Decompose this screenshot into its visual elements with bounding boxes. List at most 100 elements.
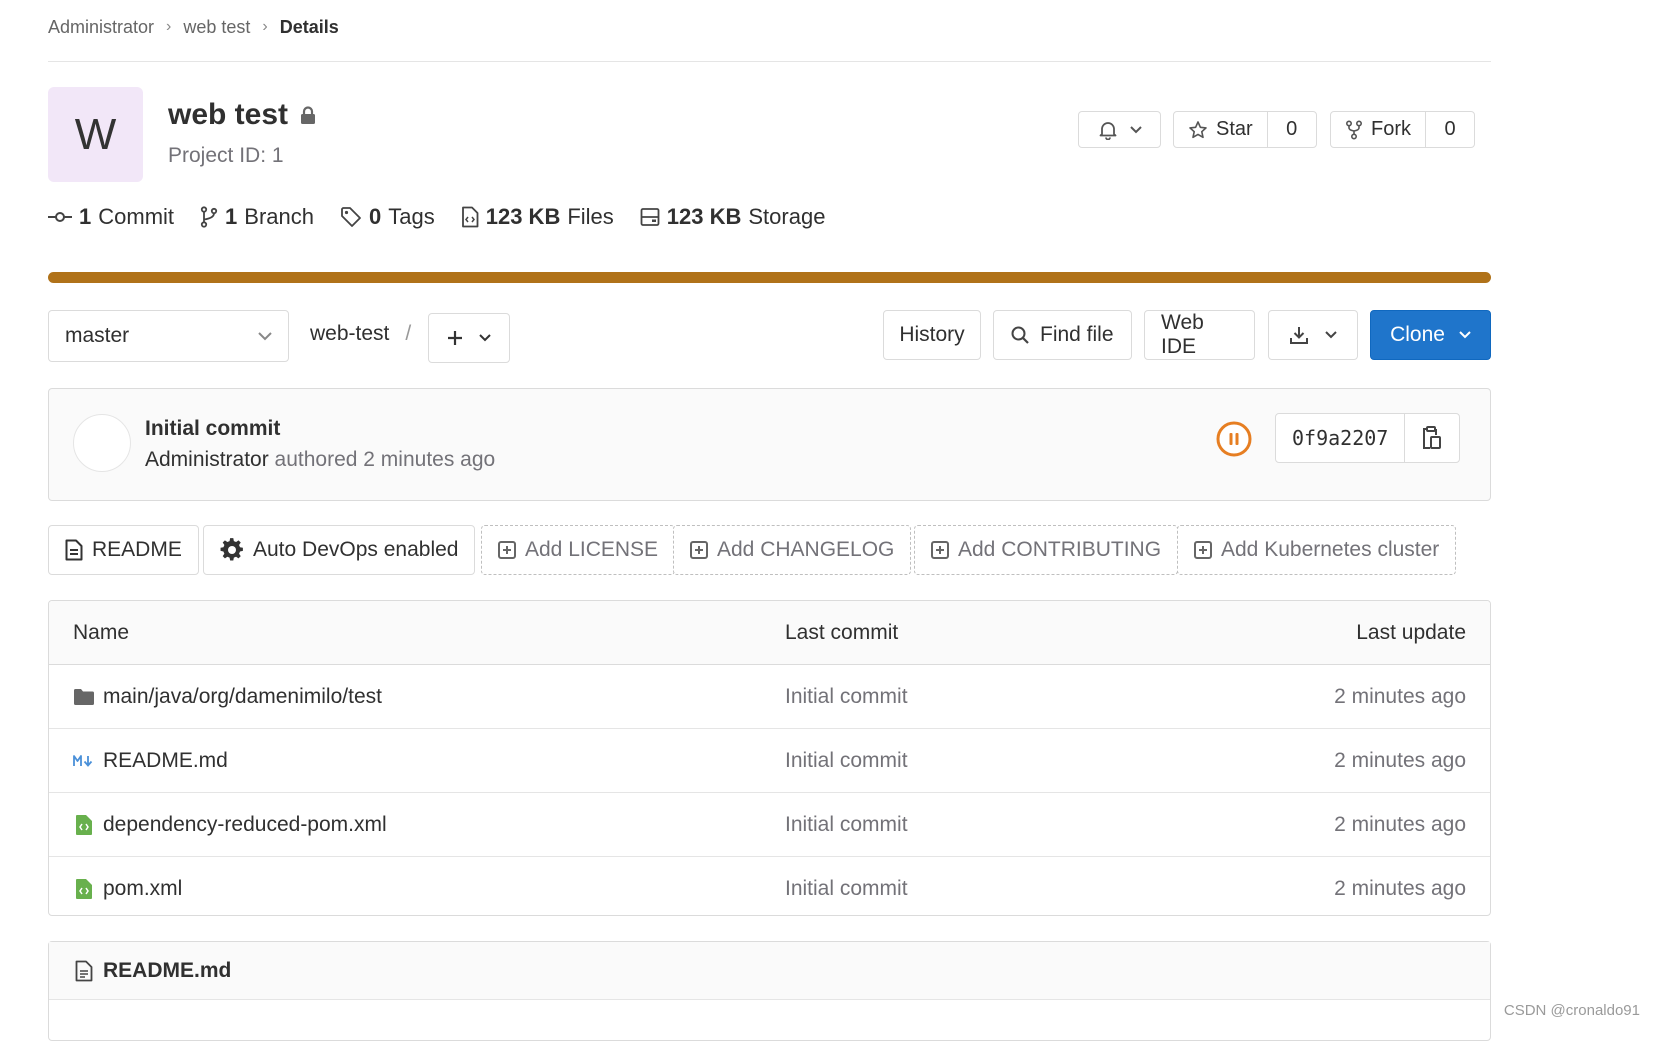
breadcrumb-item-administrator[interactable]: Administrator — [48, 17, 154, 38]
project-stats: 1 Commit 1 Branch 0 Tags 123 KB Files 123 KB… — [48, 204, 825, 230]
stat-files[interactable]: 123 KB Files — [461, 204, 614, 230]
file-name[interactable]: README.md — [103, 749, 228, 773]
breadcrumb-item-project[interactable]: web test — [183, 17, 250, 38]
file-tree-table: Name Last commit Last update main/java/o… — [48, 600, 1491, 916]
chevron-right-icon: › — [262, 18, 268, 35]
plus-icon — [447, 330, 463, 346]
project-name: web test — [168, 98, 289, 131]
branch-icon — [200, 206, 218, 228]
plus-square-icon — [1194, 541, 1212, 559]
readme-panel: README.md — [48, 941, 1491, 1041]
fork-icon — [1345, 119, 1363, 140]
fork-count[interactable]: 0 — [1426, 112, 1474, 147]
commit-sha-group: 0f9a2207 — [1275, 413, 1461, 463]
chevron-down-icon — [1325, 331, 1337, 339]
plus-square-icon — [690, 541, 708, 559]
branch-selector[interactable]: master — [48, 310, 289, 362]
repo-path-root[interactable]: web-test — [310, 322, 389, 346]
row-last-update: 2 minutes ago — [1334, 748, 1466, 772]
commit-title[interactable]: Initial commit — [145, 417, 280, 441]
web-ide-button[interactable]: Web IDE — [1144, 310, 1255, 360]
row-last-commit[interactable]: Initial commit — [785, 665, 908, 728]
copy-sha-button[interactable] — [1405, 414, 1459, 462]
clone-dropdown[interactable]: Clone — [1370, 310, 1491, 360]
stat-storage[interactable]: 123 KB Storage — [640, 204, 825, 230]
table-row[interactable]: pom.xml Initial commit 2 minutes ago — [49, 857, 1490, 915]
lock-icon — [300, 105, 316, 125]
add-to-tree-dropdown[interactable] — [428, 313, 510, 363]
add-changelog-button[interactable]: Add CHANGELOG — [673, 525, 912, 575]
column-header-last-update: Last update — [1356, 620, 1466, 644]
column-header-last-commit: Last commit — [785, 620, 899, 644]
row-last-commit[interactable]: Initial commit — [785, 729, 908, 792]
find-file-button[interactable]: Find file — [993, 310, 1132, 360]
tag-icon — [340, 206, 362, 228]
fork-button[interactable]: Fork — [1331, 112, 1426, 147]
chevron-down-icon — [1459, 331, 1471, 339]
add-license-button[interactable]: Add LICENSE — [481, 525, 676, 575]
file-name[interactable]: pom.xml — [103, 877, 182, 901]
xml-file-icon — [73, 814, 95, 835]
project-id: Project ID: 1 — [168, 144, 284, 167]
table-header: Name Last commit Last update — [49, 601, 1490, 665]
xml-file-icon — [73, 878, 95, 899]
search-icon — [1010, 325, 1030, 345]
commit-meta: Administrator authored 2 minutes ago — [145, 448, 495, 472]
stat-tags[interactable]: 0 Tags — [340, 204, 435, 230]
file-name[interactable]: main/java/org/damenimilo/test — [103, 685, 382, 709]
readme-button[interactable]: README — [48, 525, 199, 575]
clipboard-icon — [1422, 426, 1442, 450]
notification-dropdown[interactable] — [1078, 111, 1161, 148]
commit-author-avatar[interactable] — [73, 414, 131, 472]
file-name[interactable]: dependency-reduced-pom.xml — [103, 813, 387, 837]
table-row[interactable]: main/java/org/damenimilo/test Initial co… — [49, 665, 1490, 729]
add-kubernetes-cluster-button[interactable]: Add Kubernetes cluster — [1177, 525, 1457, 575]
branch-selector-value: master — [65, 324, 130, 347]
fork-button-group: Fork 0 — [1330, 111, 1475, 148]
stat-commits[interactable]: 1 Commit — [48, 204, 174, 230]
readme-title[interactable]: README.md — [103, 959, 231, 983]
row-last-commit[interactable]: Initial commit — [785, 857, 908, 915]
star-label: Star — [1216, 118, 1253, 140]
download-dropdown[interactable] — [1268, 310, 1358, 360]
plus-square-icon — [498, 541, 516, 559]
stat-branches[interactable]: 1 Branch — [200, 204, 314, 230]
project-title: web test — [168, 98, 316, 132]
breadcrumb: Administrator › web test › Details — [48, 14, 339, 40]
watermark: CSDN @cronaldo91 — [1503, 1002, 1640, 1019]
column-header-name: Name — [73, 620, 130, 644]
fork-label: Fork — [1371, 118, 1411, 140]
breadcrumb-current[interactable]: Details — [280, 17, 339, 38]
history-button[interactable]: History — [883, 310, 981, 360]
chevron-right-icon: › — [166, 18, 172, 35]
add-contributing-button[interactable]: Add CONTRIBUTING — [914, 525, 1179, 575]
chevron-down-icon — [1129, 125, 1142, 134]
chevron-down-icon — [479, 334, 491, 342]
document-icon — [75, 960, 93, 982]
commit-author[interactable]: Administrator — [145, 448, 269, 471]
markdown-icon — [73, 754, 95, 767]
chevron-down-icon — [258, 331, 272, 341]
file-icon — [461, 206, 479, 228]
download-icon — [1289, 325, 1309, 345]
commit-time: authored 2 minutes ago — [274, 448, 496, 471]
table-row[interactable]: dependency-reduced-pom.xml Initial commi… — [49, 793, 1490, 857]
language-bar[interactable] — [48, 272, 1491, 283]
table-row[interactable]: README.md Initial commit 2 minutes ago — [49, 729, 1490, 793]
star-icon — [1188, 120, 1208, 140]
row-last-commit[interactable]: Initial commit — [785, 793, 908, 856]
star-button-group: Star 0 — [1173, 111, 1317, 148]
auto-devops-button[interactable]: Auto DevOps enabled — [203, 525, 476, 575]
plus-square-icon — [931, 541, 949, 559]
star-count[interactable]: 0 — [1268, 112, 1316, 147]
divider — [48, 61, 1491, 62]
repo-path: web-test / — [310, 322, 411, 346]
settings-gear-icon — [220, 538, 244, 562]
last-commit-panel: Initial commit Administrator authored 2 … — [48, 388, 1491, 501]
commit-sha[interactable]: 0f9a2207 — [1276, 414, 1406, 462]
path-separator: / — [405, 322, 412, 345]
pipeline-paused-icon[interactable] — [1215, 420, 1253, 458]
folder-icon — [73, 688, 95, 706]
star-button[interactable]: Star — [1174, 112, 1268, 147]
row-last-update: 2 minutes ago — [1334, 812, 1466, 836]
